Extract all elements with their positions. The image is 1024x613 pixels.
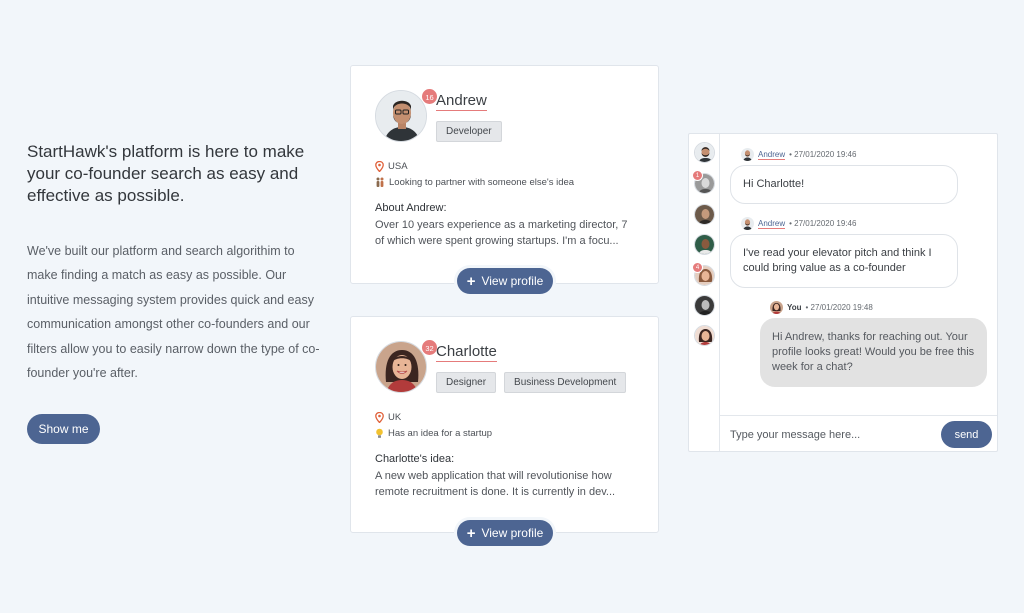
sender-name[interactable]: Andrew xyxy=(758,219,786,229)
message-time: • 27/01/2020 19:46 xyxy=(789,219,857,228)
message-header: You • 27/01/2020 19:48 xyxy=(770,301,873,314)
contact-avatar[interactable] xyxy=(694,295,715,316)
avatar-charlotte[interactable]: 32 xyxy=(375,339,438,393)
plus-icon: + xyxy=(466,524,476,542)
sender-avatar xyxy=(770,301,783,314)
message-header: Andrew • 27/01/2020 19:46 xyxy=(741,217,856,230)
skill-tag: Developer xyxy=(436,121,502,142)
message-bubble-incoming: I've read your elevator pitch and think … xyxy=(730,234,958,288)
sender-avatar xyxy=(741,148,754,161)
message-time: • 27/01/2020 19:48 xyxy=(805,303,873,312)
people-icon xyxy=(375,177,385,188)
hero-description: We've built our platform and search algo… xyxy=(27,244,320,381)
lightbulb-icon xyxy=(375,428,384,439)
intent-row: Looking to partner with someone else's i… xyxy=(375,177,574,188)
contact-avatar[interactable] xyxy=(694,142,715,163)
message-time: • 27/01/2020 19:46 xyxy=(789,150,857,159)
about-title: About Andrew: xyxy=(375,202,447,214)
show-me-button[interactable]: Show me xyxy=(27,414,100,444)
location-row: UK xyxy=(375,412,401,423)
unread-badge: 1 xyxy=(692,170,703,181)
idea-title: Charlotte's idea: xyxy=(375,453,455,465)
location-pin-icon xyxy=(375,412,384,423)
message-header: Andrew • 27/01/2020 19:46 xyxy=(741,148,856,161)
profile-card-andrew: 16 Andrew Developer USA Looking to partn… xyxy=(350,65,659,294)
chat-contacts-sidebar: 1 4 xyxy=(689,134,720,451)
message-input[interactable] xyxy=(730,425,920,445)
chat-panel: 1 4 Andrew • 27/01/2020 19:46 Hi Charlot… xyxy=(688,133,998,452)
intent-row: Has an idea for a startup xyxy=(375,428,492,439)
sender-avatar xyxy=(741,217,754,230)
sender-name[interactable]: Andrew xyxy=(758,150,786,160)
idea-text: A new web application that will revoluti… xyxy=(375,470,616,498)
contact-avatar[interactable] xyxy=(694,234,715,255)
profile-card-charlotte: 32 Charlotte Designer Business Developme… xyxy=(350,316,659,546)
plus-icon: + xyxy=(466,272,476,290)
view-profile-button[interactable]: + View profile xyxy=(457,268,553,294)
skill-tag: Business Development xyxy=(504,372,627,393)
avatar-andrew[interactable]: 16 xyxy=(375,88,438,142)
profile-name[interactable]: Charlotte xyxy=(436,343,497,362)
contact-avatar[interactable] xyxy=(694,325,715,346)
send-button[interactable]: send xyxy=(941,421,992,448)
chat-composer: send xyxy=(720,415,997,451)
about-text: Over 10 years experience as a marketing … xyxy=(375,219,628,247)
profile-name[interactable]: Andrew xyxy=(436,92,487,111)
message-bubble-incoming: Hi Charlotte! xyxy=(730,165,958,204)
contact-avatar[interactable] xyxy=(694,204,715,225)
skill-tag: Designer xyxy=(436,372,497,393)
message-bubble-outgoing: Hi Andrew, thanks for reaching out. Your… xyxy=(760,318,987,387)
location-pin-icon xyxy=(375,161,384,172)
sender-name: You xyxy=(787,303,802,312)
view-profile-button[interactable]: + View profile xyxy=(457,520,553,546)
hero-title: StartHawk's platform is here to make you… xyxy=(27,142,305,205)
unread-badge: 4 xyxy=(692,262,703,273)
location-row: USA xyxy=(375,161,408,172)
